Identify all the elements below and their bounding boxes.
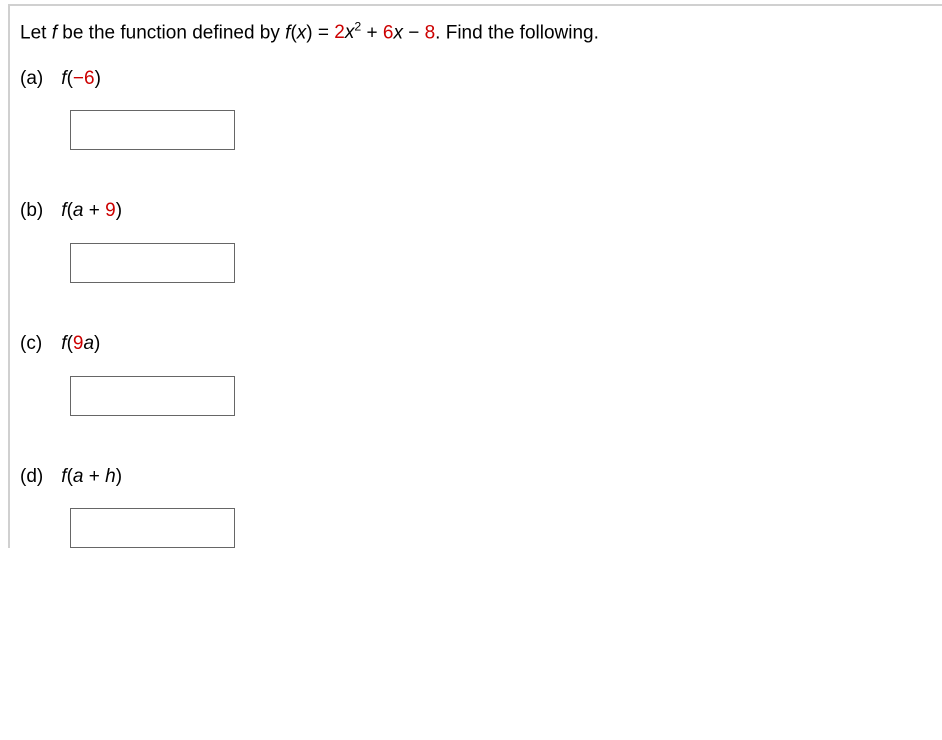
answer-input-a[interactable] xyxy=(71,111,234,149)
answer-box-b xyxy=(70,243,235,283)
part-a-neg6: −6 xyxy=(73,68,95,89)
part-c-close: ) xyxy=(94,333,100,354)
part-c-marker: (c) xyxy=(20,331,56,358)
part-c-a: a xyxy=(83,333,94,354)
prompt-minus: − xyxy=(403,22,425,43)
part-d-marker: (d) xyxy=(20,464,56,491)
part-b-label: (b) f(a + 9) xyxy=(20,198,942,225)
part-d-h: h xyxy=(105,466,116,487)
part-c-nine: 9 xyxy=(73,333,84,354)
part-b-plus: + xyxy=(83,200,105,221)
part-d-label: (d) f(a + h) xyxy=(20,464,942,491)
part-b-nine: 9 xyxy=(105,200,116,221)
parts-list: (a) f(−6) (b) f(a + 9) xyxy=(10,56,942,548)
part-d-close: ) xyxy=(116,466,122,487)
part-b-a: a xyxy=(73,200,84,221)
part-b-marker: (b) xyxy=(20,198,56,225)
answer-box-c xyxy=(70,376,235,416)
part-d-a: a xyxy=(73,466,84,487)
part-c: (c) f(9a) xyxy=(20,331,942,416)
part-a-label: (a) f(−6) xyxy=(20,66,942,93)
prompt-mid1: be the function defined by xyxy=(57,22,285,43)
prompt-const8: 8 xyxy=(425,22,436,43)
prompt-coef6: 6 xyxy=(383,22,394,43)
prompt-x3: x xyxy=(393,22,403,43)
part-b-close: ) xyxy=(116,200,122,221)
answer-box-d xyxy=(70,508,235,548)
prompt-eq: = xyxy=(313,22,335,43)
part-a-marker: (a) xyxy=(20,66,56,93)
answer-input-b[interactable] xyxy=(71,244,234,282)
prompt-tail: . Find the following. xyxy=(435,22,599,43)
question-prompt: Let f be the function defined by f(x) = … xyxy=(10,6,942,56)
part-b: (b) f(a + 9) xyxy=(20,198,942,283)
prompt-plus: + xyxy=(361,22,383,43)
question-container: Let f be the function defined by f(x) = … xyxy=(8,4,942,548)
answer-input-d[interactable] xyxy=(71,509,234,547)
answer-box-a xyxy=(70,110,235,150)
part-a-close: ) xyxy=(95,68,101,89)
prompt-coef2: 2 xyxy=(334,22,345,43)
part-d: (d) f(a + h) xyxy=(20,464,942,549)
part-d-plus: + xyxy=(83,466,105,487)
part-c-label: (c) f(9a) xyxy=(20,331,942,358)
prompt-x1: x xyxy=(297,22,307,43)
prompt-lead: Let xyxy=(20,22,52,43)
answer-input-c[interactable] xyxy=(71,377,234,415)
prompt-x2: x xyxy=(345,22,355,43)
part-a: (a) f(−6) xyxy=(20,66,942,151)
